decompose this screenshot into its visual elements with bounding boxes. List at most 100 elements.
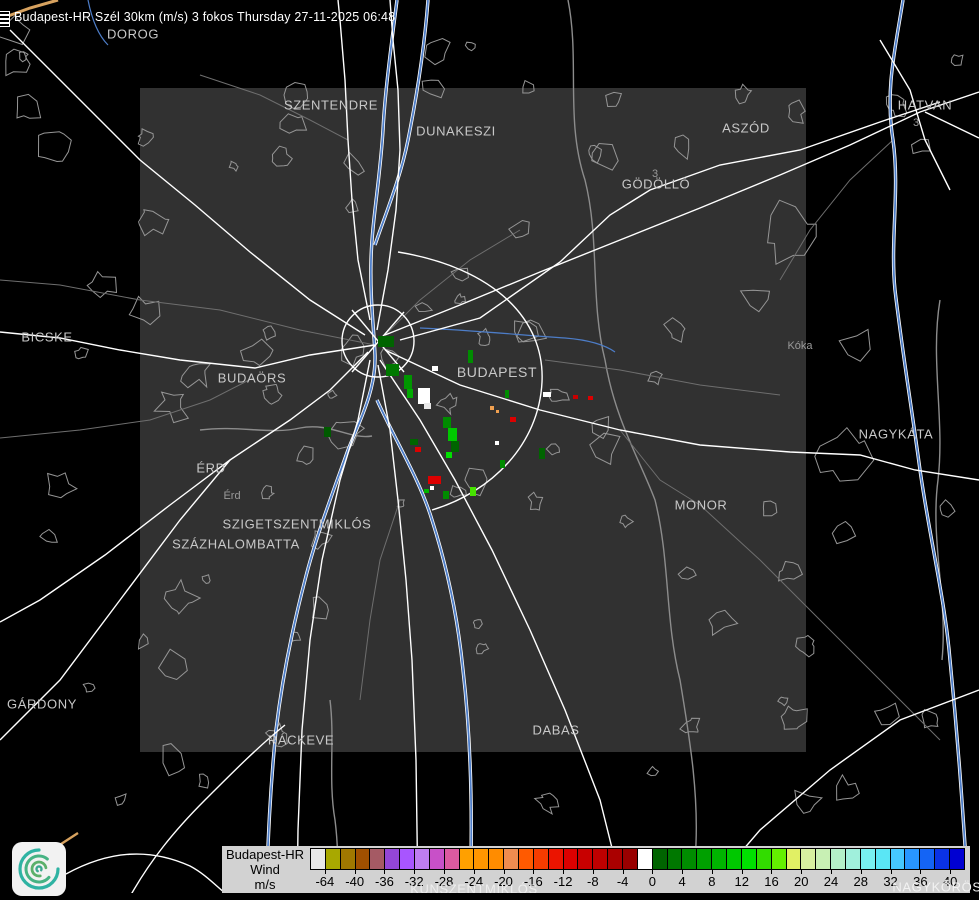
scale-cell-29	[742, 849, 757, 869]
wind-cell-28	[496, 410, 499, 413]
tick-label--4: -4	[617, 874, 629, 889]
wind-cell-23	[543, 392, 551, 397]
wind-cell-17	[424, 489, 429, 493]
tick-label--24: -24	[464, 874, 483, 889]
scale-cell-24	[668, 849, 683, 869]
tick-label-32: 32	[883, 874, 897, 889]
scale-cell-36	[846, 849, 861, 869]
wind-cell-16	[443, 491, 449, 499]
wind-cell-4	[418, 388, 430, 404]
scale-cell-17	[564, 849, 579, 869]
bottom-bar	[0, 893, 979, 900]
scale-cell-20	[608, 849, 623, 869]
tick-label-8: 8	[708, 874, 715, 889]
wind-cell-29	[495, 441, 499, 445]
radar-map-canvas[interactable]	[0, 0, 979, 900]
wind-cell-5	[424, 403, 431, 409]
wind-cell-19	[500, 460, 505, 468]
clipped-edge-glyph	[0, 11, 10, 27]
tick-label--28: -28	[435, 874, 454, 889]
scale-cell-23	[653, 849, 668, 869]
wind-cell-6	[432, 366, 438, 371]
legend-title-line1: Budapest-HR	[222, 847, 308, 862]
scale-cell-43	[950, 849, 964, 869]
tick-label--16: -16	[524, 874, 543, 889]
wind-cell-12	[324, 427, 331, 437]
scale-cell-6	[400, 849, 415, 869]
scale-cell-40	[905, 849, 920, 869]
scale-cell-2	[341, 849, 356, 869]
tick-label-12: 12	[734, 874, 748, 889]
scale-cell-7	[415, 849, 430, 869]
wind-cell-13	[415, 447, 421, 452]
scale-cell-26	[697, 849, 712, 869]
scale-cell-16	[549, 849, 564, 869]
tick-label--32: -32	[405, 874, 424, 889]
scale-cell-12	[489, 849, 504, 869]
scale-cell-15	[534, 849, 549, 869]
wind-cell-21	[468, 350, 473, 363]
scale-cell-30	[757, 849, 772, 869]
scale-cell-4	[370, 849, 385, 869]
scale-cell-32	[787, 849, 802, 869]
wind-cell-18	[430, 486, 434, 490]
tick-label-36: 36	[913, 874, 927, 889]
color-scale-cells	[310, 848, 965, 870]
legend-title-line3: m/s	[222, 877, 308, 892]
wind-cell-15	[470, 487, 476, 496]
radar-coverage-area	[140, 88, 806, 752]
radar-title: Budapest-HR Szél 30km (m/s) 3 fokos Thur…	[14, 10, 395, 24]
tick-label-28: 28	[854, 874, 868, 889]
wind-cell-10	[446, 452, 452, 458]
tick-label-40: 40	[943, 874, 957, 889]
legend-title: Budapest-HR Wind m/s	[222, 847, 308, 892]
scale-cell-3	[356, 849, 371, 869]
tick-label-0: 0	[649, 874, 656, 889]
wind-cell-1	[386, 364, 399, 376]
wind-cell-25	[588, 396, 593, 400]
scale-cell-28	[727, 849, 742, 869]
radar-app-screen: Budapest-HR Szél 30km (m/s) 3 fokos Thur…	[0, 0, 979, 900]
scale-cell-41	[920, 849, 935, 869]
tick-label-24: 24	[824, 874, 838, 889]
tick-label-16: 16	[764, 874, 778, 889]
scale-cell-31	[772, 849, 787, 869]
scale-cell-18	[578, 849, 593, 869]
scale-cell-27	[712, 849, 727, 869]
tick-label--12: -12	[554, 874, 573, 889]
wind-cell-2	[404, 375, 412, 389]
scale-cell-35	[831, 849, 846, 869]
scale-cell-14	[519, 849, 534, 869]
color-scale: -64-40-36-32-28-24-20-16-12-8-4048121620…	[310, 848, 965, 892]
tick-label--36: -36	[375, 874, 394, 889]
tick-label--8: -8	[587, 874, 599, 889]
scale-cell-22	[638, 849, 653, 869]
wind-cell-24	[573, 395, 578, 399]
scale-cell-19	[593, 849, 608, 869]
scale-cell-13	[504, 849, 519, 869]
scale-cell-33	[801, 849, 816, 869]
scale-cell-34	[816, 849, 831, 869]
scale-cell-5	[385, 849, 400, 869]
radar-spiral-logo[interactable]	[12, 842, 66, 896]
tick-label-4: 4	[679, 874, 686, 889]
wind-cell-22	[505, 390, 509, 398]
wind-cell-8	[448, 428, 457, 441]
legend-title-line2: Wind	[222, 862, 308, 877]
scale-cell-9	[445, 849, 460, 869]
wind-cell-27	[490, 406, 494, 410]
scale-cell-8	[430, 849, 445, 869]
wind-cell-20	[539, 448, 545, 459]
wind-legend: Budapest-HR Wind m/s -64-40-36-32-28-24-…	[222, 846, 970, 893]
scale-cell-10	[460, 849, 475, 869]
tick-label--40: -40	[345, 874, 364, 889]
wind-cell-14	[428, 476, 441, 484]
scale-cell-42	[935, 849, 950, 869]
scale-cell-25	[682, 849, 697, 869]
scale-cell-37	[861, 849, 876, 869]
scale-cell-1	[326, 849, 341, 869]
scale-cell-0	[311, 849, 326, 869]
wind-cell-3	[407, 389, 413, 398]
tick-label--20: -20	[494, 874, 513, 889]
tick-label-20: 20	[794, 874, 808, 889]
